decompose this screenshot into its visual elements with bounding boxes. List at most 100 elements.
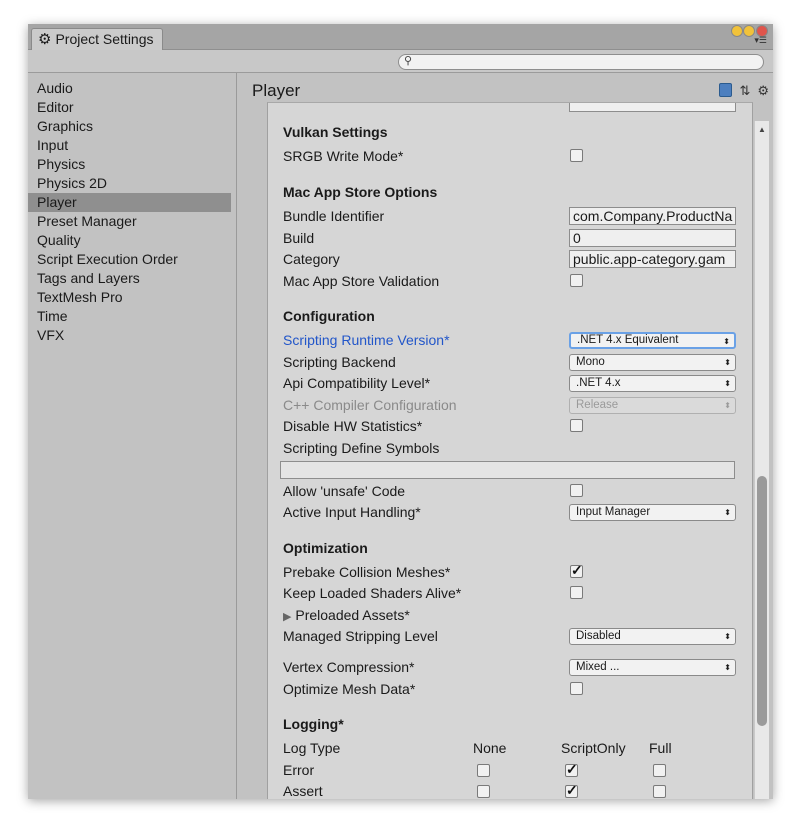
keep-loaded-shaders-alive-checkbox[interactable] <box>570 586 583 599</box>
scripting-backend-dropdown[interactable]: Mono ⬍ <box>569 354 736 371</box>
assert-scriptonly-checkbox[interactable] <box>565 782 578 799</box>
section-mac-app-store: Mac App Store Options <box>283 184 438 200</box>
sidebar: Audio Editor Graphics Input Physics Phys… <box>28 73 237 799</box>
vertex-compression-label: Vertex Compression* <box>283 659 415 675</box>
sidebar-item-time[interactable]: Time <box>28 307 231 326</box>
tab-bar: ⚙ Project Settings ▾☰ <box>28 24 773 50</box>
scripting-define-symbols-label: Scripting Define Symbols <box>283 440 440 456</box>
section-configuration: Configuration <box>283 308 375 324</box>
cpp-compiler-configuration-label: C++ Compiler Configuration <box>283 397 457 413</box>
sidebar-item-player[interactable]: Player <box>28 193 231 212</box>
section-optimization: Optimization <box>283 540 368 556</box>
help-book-icon[interactable] <box>719 83 733 97</box>
window-menu-icon[interactable]: ▾☰ <box>754 35 767 46</box>
error-scriptonly-checkbox[interactable] <box>565 761 578 778</box>
optimize-mesh-data-checkbox[interactable] <box>570 682 583 695</box>
sidebar-item-vfx[interactable]: VFX <box>28 326 231 345</box>
search-input[interactable]: ⚲ <box>398 54 764 70</box>
page-title: Player <box>252 81 301 100</box>
project-settings-window: ⚙ Project Settings ▾☰ ⚲ Audio Editor Gra… <box>28 24 773 799</box>
keep-loaded-shaders-alive-label: Keep Loaded Shaders Alive* <box>283 585 462 601</box>
scripting-runtime-version-dropdown[interactable]: .NET 4.x Equivalent ⬍ <box>569 332 736 349</box>
log-row-assert-label: Assert <box>283 783 323 799</box>
partial-field-top[interactable] <box>569 103 736 112</box>
category-label: Category <box>283 251 340 267</box>
section-logging: Logging* <box>283 716 344 732</box>
preloaded-assets-foldout[interactable]: ▶ Preloaded Assets* <box>283 606 410 626</box>
vertex-compression-value: Mixed ... <box>576 661 620 673</box>
dropdown-arrows-icon: ⬍ <box>724 379 731 388</box>
scripting-runtime-version-value: .NET 4.x Equivalent <box>577 334 679 346</box>
sidebar-item-audio[interactable]: Audio <box>28 79 231 98</box>
preloaded-assets-label: Preloaded Assets* <box>295 607 410 623</box>
scrollbar-thumb[interactable] <box>757 476 767 726</box>
error-full-checkbox[interactable] <box>653 764 666 777</box>
log-row-error-label: Error <box>283 762 315 778</box>
active-input-handling-dropdown[interactable]: Input Manager ⬍ <box>569 504 736 521</box>
scroll-up-icon[interactable]: ▲ <box>758 125 766 134</box>
scripting-runtime-version-label: Scripting Runtime Version* <box>283 332 450 348</box>
api-compatibility-level-dropdown[interactable]: .NET 4.x ⬍ <box>569 375 736 392</box>
dropdown-arrows-icon: ⬍ <box>724 632 731 641</box>
mac-app-store-validation-label: Mac App Store Validation <box>283 273 440 289</box>
sidebar-item-tags-and-layers[interactable]: Tags and Layers <box>28 269 231 288</box>
sidebar-item-physics-2d[interactable]: Physics 2D <box>28 174 231 193</box>
build-field[interactable]: 0 <box>569 229 736 247</box>
sidebar-item-preset-manager[interactable]: Preset Manager <box>28 212 231 231</box>
optimize-mesh-data-label: Optimize Mesh Data* <box>283 681 416 697</box>
main-panel: Player ⇅ ⚙ Vulkan Settings SRGB Write Mo… <box>237 73 773 799</box>
build-label: Build <box>283 230 315 246</box>
scripting-define-symbols-field[interactable] <box>280 461 735 479</box>
vertex-compression-dropdown[interactable]: Mixed ... ⬍ <box>569 659 736 676</box>
error-none-checkbox[interactable] <box>477 764 490 777</box>
sidebar-item-input[interactable]: Input <box>28 136 231 155</box>
srgb-write-mode-label: SRGB Write Mode* <box>283 148 404 164</box>
sidebar-item-quality[interactable]: Quality <box>28 231 231 250</box>
dropdown-arrows-icon: ⬍ <box>724 663 731 672</box>
cpp-compiler-configuration-value: Release <box>576 399 619 411</box>
sidebar-item-script-execution-order[interactable]: Script Execution Order <box>28 250 231 269</box>
sidebar-item-physics[interactable]: Physics <box>28 155 231 174</box>
dropdown-arrows-icon: ⬍ <box>724 508 731 517</box>
sidebar-item-graphics[interactable]: Graphics <box>28 117 231 136</box>
sidebar-item-textmesh-pro[interactable]: TextMesh Pro <box>28 288 231 307</box>
tab-project-settings[interactable]: ⚙ Project Settings <box>31 28 163 50</box>
srgb-write-mode-checkbox[interactable] <box>570 149 583 162</box>
minimize-icon[interactable] <box>731 25 743 37</box>
dropdown-arrows-icon: ⬍ <box>723 337 730 346</box>
api-compatibility-level-value: .NET 4.x <box>576 377 621 389</box>
scripting-backend-value: Mono <box>576 356 605 368</box>
api-compatibility-level-label: Api Compatibility Level* <box>283 375 431 391</box>
gear-icon: ⚙ <box>38 30 52 48</box>
header-icons: ⇅ ⚙ <box>719 83 769 99</box>
tab-title: Project Settings <box>55 31 154 47</box>
foldout-triangle-icon: ▶ <box>283 611 292 623</box>
managed-stripping-level-value: Disabled <box>576 630 621 642</box>
allow-unsafe-code-checkbox[interactable] <box>570 484 583 497</box>
bundle-identifier-field[interactable]: com.Company.ProductNa <box>569 207 736 225</box>
search-icon: ⚲ <box>404 55 413 67</box>
settings-gear-icon[interactable]: ⚙ <box>757 83 769 99</box>
sidebar-item-editor[interactable]: Editor <box>28 98 231 117</box>
managed-stripping-level-label: Managed Stripping Level <box>283 628 438 644</box>
assert-none-checkbox[interactable] <box>477 785 490 798</box>
managed-stripping-level-dropdown[interactable]: Disabled ⬍ <box>569 628 736 645</box>
dropdown-arrows-icon: ⬍ <box>724 358 731 367</box>
scripting-backend-label: Scripting Backend <box>283 354 396 370</box>
player-settings-content: Vulkan Settings SRGB Write Mode* Mac App… <box>267 102 753 799</box>
preset-sliders-icon[interactable]: ⇅ <box>739 83 750 99</box>
zoom-icon[interactable] <box>743 25 755 37</box>
assert-full-checkbox[interactable] <box>653 785 666 798</box>
prebake-collision-meshes-checkbox[interactable] <box>570 562 583 579</box>
active-input-handling-value: Input Manager <box>576 506 651 518</box>
log-type-label: Log Type <box>283 740 341 756</box>
mac-app-store-validation-checkbox[interactable] <box>570 274 583 287</box>
cpp-compiler-configuration-dropdown: Release ⬍ <box>569 397 736 414</box>
vertical-scrollbar[interactable]: ▲ <box>754 121 769 799</box>
category-field[interactable]: public.app-category.gam <box>569 250 736 268</box>
allow-unsafe-code-label: Allow 'unsafe' Code <box>283 483 406 499</box>
log-column-full: Full <box>649 740 672 756</box>
disable-hw-statistics-checkbox[interactable] <box>570 419 583 432</box>
log-column-none: None <box>473 740 507 756</box>
active-input-handling-label: Active Input Handling* <box>283 504 421 520</box>
